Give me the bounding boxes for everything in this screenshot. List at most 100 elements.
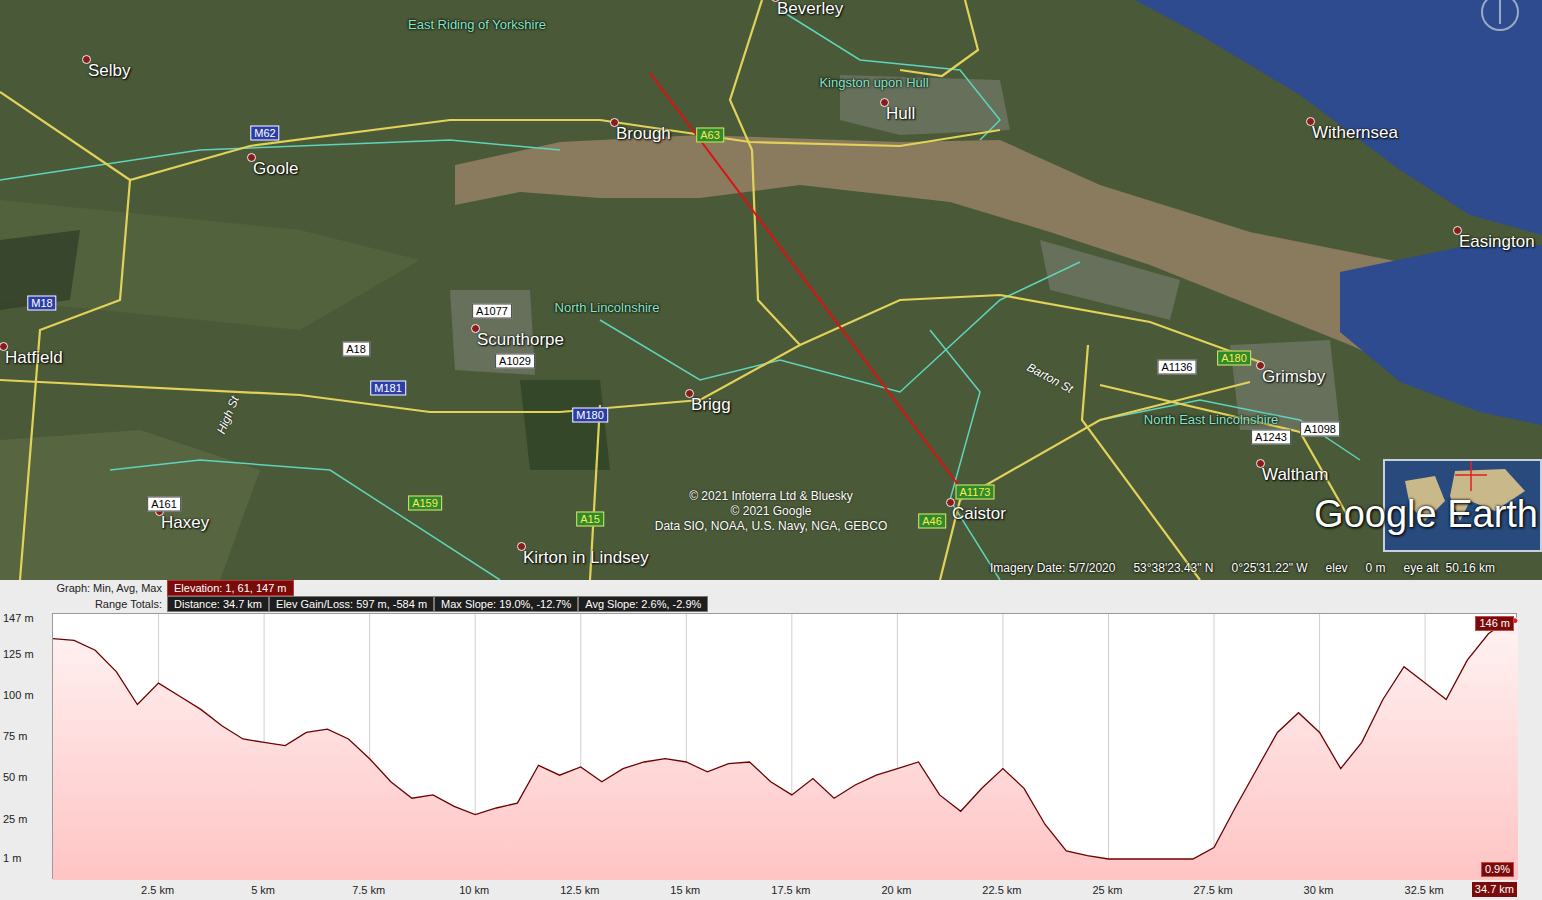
attribution-line: Data SIO, NOAA, U.S. Navy, NGA, GEBCO <box>655 519 888 534</box>
town-label[interactable]: Waltham <box>1262 465 1328 485</box>
region-label: North East Lincolnshire <box>1144 412 1278 428</box>
town-label[interactable]: Scunthorpe <box>477 330 564 350</box>
road-shield: A46 <box>918 514 946 529</box>
y-tick-label: 50 m <box>3 771 27 783</box>
y-tick-label: 75 m <box>3 730 27 742</box>
town-label[interactable]: Withernsea <box>1312 123 1398 143</box>
road-shield: A1077 <box>472 304 512 319</box>
town-label[interactable]: Kirton in Lindsey <box>523 548 649 568</box>
road-shield: A15 <box>576 512 604 527</box>
compass-icon[interactable] <box>1478 0 1542 40</box>
field-area <box>0 200 420 330</box>
town-label[interactable]: Grimsby <box>1262 367 1325 387</box>
sea-area <box>1135 0 1542 235</box>
y-tick-label: 1 m <box>3 852 21 864</box>
totals-value: Elev Gain/Loss: 597 m, -584 m <box>269 596 434 612</box>
road-shield: A18 <box>342 342 370 357</box>
status-item: eye alt 50.16 km <box>1404 561 1495 576</box>
road-line <box>940 382 1250 580</box>
google-earth-logo: Google Earth <box>1314 492 1538 536</box>
status-bar: Imagery Date: 5/7/202053°38'23.43" N0°25… <box>990 561 1495 576</box>
x-axis: 2.5 km 5 km 7.5 km 10 km 12.5 km 15 km 17.5 km… <box>52 880 1517 899</box>
profile-path-line <box>650 73 962 490</box>
totals-label: Range Totals: <box>0 597 167 611</box>
boundary-line <box>930 330 1000 580</box>
road-shield: M62 <box>250 126 279 141</box>
x-tick-label: 15 km <box>670 884 700 896</box>
cursor-slope: 0.9% <box>1481 862 1514 877</box>
boundary-line <box>0 140 560 180</box>
status-item: elev <box>1326 561 1348 576</box>
road-shield: M18 <box>27 296 56 311</box>
town-label[interactable]: Beverley <box>777 0 843 19</box>
road-line <box>1082 345 1200 580</box>
grid-line <box>1214 614 1215 880</box>
road-line <box>900 0 978 76</box>
town-label[interactable]: Goole <box>253 159 298 179</box>
graph-row: Graph: Min, Avg, MaxElevation: 1, 61, 14… <box>0 580 1542 596</box>
road-shield: A1173 <box>956 485 995 500</box>
road-line <box>1100 385 1350 520</box>
road-shield: A1243 <box>1251 430 1291 445</box>
status-item: Imagery Date: 5/7/2020 <box>990 561 1115 576</box>
road-shield: M181 <box>370 381 406 396</box>
street-label: Barton St <box>1025 360 1076 396</box>
town-label[interactable]: Easington <box>1459 232 1535 252</box>
x-tick-label: 27.5 km <box>1193 884 1232 896</box>
x-tick-label: 12.5 km <box>560 884 599 896</box>
town-label[interactable]: Hull <box>886 104 915 124</box>
totals-value: Max Slope: 19.0%, -12.7% <box>434 596 578 612</box>
town-label[interactable]: Brough <box>616 124 671 144</box>
attribution: © 2021 Infoterra Ltd & Bluesky© 2021 Goo… <box>655 489 888 534</box>
road-shield: A1029 <box>495 354 535 369</box>
field-area <box>0 430 260 580</box>
x-tick-label: 7.5 km <box>352 884 385 896</box>
sea-area <box>1340 245 1542 425</box>
street-label: High St <box>214 394 242 436</box>
road-shield: A63 <box>696 128 724 143</box>
town-label[interactable]: Haxey <box>161 513 209 533</box>
road-shield: A1136 <box>1158 360 1197 375</box>
road-line <box>730 0 800 345</box>
road-line <box>20 180 130 580</box>
urban-area <box>1040 240 1180 320</box>
x-tick-label: 30 km <box>1304 884 1334 896</box>
y-tick-label: 147 m <box>3 612 34 624</box>
town-label[interactable]: Brigg <box>691 395 731 415</box>
compass-needle <box>1499 0 1501 24</box>
totals-value: Avg Slope: 2.6%, -2.9% <box>578 596 708 612</box>
road-shield: A159 <box>408 496 442 511</box>
totals-row: Range Totals:Distance: 34.7 kmElev Gain/… <box>0 596 1542 612</box>
x-tick-label: 25 km <box>1092 884 1122 896</box>
x-tick-label: 20 km <box>881 884 911 896</box>
plot-area[interactable]: 146 m0.9% <box>52 613 1517 879</box>
road-shield: A180 <box>1217 351 1251 366</box>
graph-value[interactable]: Elevation: 1, 61, 147 m <box>167 580 294 596</box>
boundary-line <box>110 460 500 580</box>
town-label[interactable]: Selby <box>88 61 131 81</box>
x-tick-label: 2.5 km <box>141 884 174 896</box>
town-label[interactable]: Caistor <box>952 504 1006 524</box>
elevation-chart <box>53 614 1518 880</box>
elevation-profile: Graph: Min, Avg, MaxElevation: 1, 61, 14… <box>0 580 1542 900</box>
road-line <box>0 295 1260 412</box>
y-axis: 147 m125 m100 m75 m50 m25 m1 m <box>0 613 52 880</box>
plot-row: 147 m125 m100 m75 m50 m25 m1 m146 m0.9% <box>0 613 1542 880</box>
region-label: East Riding of Yorkshire <box>408 17 546 33</box>
road-shield: M180 <box>572 408 608 423</box>
road-line <box>0 92 1000 180</box>
y-tick-label: 125 m <box>3 648 34 660</box>
status-item: 53°38'23.43" N <box>1133 561 1213 576</box>
attribution-line: © 2021 Google <box>655 504 888 519</box>
x-tick-label: 17.5 km <box>771 884 810 896</box>
x-tick-label: 10 km <box>459 884 489 896</box>
x-tick-label: 5 km <box>251 884 275 896</box>
elevation-line <box>53 619 1518 859</box>
y-tick-label: 100 m <box>3 689 34 701</box>
town-label[interactable]: Hatfield <box>5 348 63 368</box>
forest-area <box>0 230 80 310</box>
road-shield: A161 <box>147 497 181 512</box>
cursor-distance: 34.7 km <box>1472 882 1517 897</box>
boundary-line <box>780 10 1000 140</box>
map-view[interactable]: Beverley Selby Goole Brough Hull Withernsea Ea… <box>0 0 1542 580</box>
